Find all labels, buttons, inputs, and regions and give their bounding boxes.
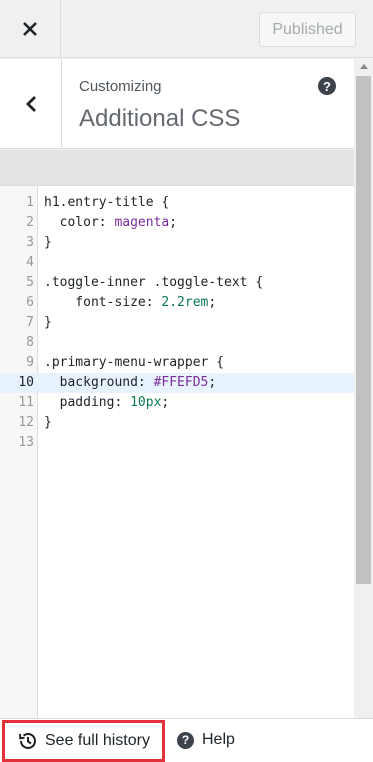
code-token: background: [44,375,154,390]
code-token: } [44,415,52,430]
code-token: } [44,235,52,250]
section-header: Customizing Additional CSS ? [0,59,354,149]
publish-button[interactable]: Published [259,12,356,47]
code-text: .primary-menu-wrapper { [44,353,224,373]
line-number: 10 [18,375,34,390]
section-title: Additional CSS [79,105,241,132]
line-number: 5 [26,275,34,290]
section-description-area [0,150,354,185]
line-number: 1 [26,195,34,210]
code-token: ; [208,295,217,310]
code-line[interactable]: 12} [0,413,354,433]
see-full-history-label: See full history [45,732,150,749]
code-line[interactable]: 3} [0,233,354,253]
chevron-left-icon [25,96,36,112]
line-number: 11 [18,395,34,410]
code-text: font-size: 2.2rem; [44,293,216,313]
line-number: 4 [26,255,34,270]
code-line[interactable]: 10 background: #FFEFD5; [0,373,354,393]
code-line[interactable]: 1 h1.entry-title { [0,193,354,213]
help-button[interactable]: ? Help [177,731,235,749]
footer-bar: See full history ? Help [0,718,373,762]
code-token: magenta [114,215,170,230]
code-line[interactable]: 6 font-size: 2.2rem; [0,293,354,313]
help-label: Help [202,731,235,748]
code-text: background: #FFEFD5; [44,373,217,393]
scroll-up-arrow-icon[interactable] [354,58,373,74]
close-button[interactable] [0,0,61,58]
code-text: padding: 10px; [44,393,170,413]
code-line[interactable]: 4 [0,253,354,273]
code-line[interactable]: 7} [0,313,354,333]
css-code-editor[interactable]: 1 h1.entry-title {2 color: magenta; 3} 4 5 .t… [0,185,354,719]
line-number: 13 [18,435,34,450]
line-number: 6 [26,295,34,310]
back-button[interactable] [0,59,62,149]
code-line[interactable]: 11 padding: 10px; [0,393,354,413]
code-text: color: magenta; [44,213,177,233]
code-token: } [44,315,52,330]
top-bar: Published [0,0,373,58]
code-token: ; [161,395,170,410]
code-text: } [44,233,52,253]
line-number: 2 [26,215,34,230]
line-number: 8 [26,335,34,350]
code-text: h1.entry-title { [44,193,169,213]
code-line[interactable]: 2 color: magenta; [0,213,354,233]
help-icon: ? [177,731,194,749]
code-token: ; [208,375,217,390]
line-number: 3 [26,235,34,250]
code-token: color: [44,215,115,230]
code-token: .primary-menu-wrapper { [44,355,225,370]
see-full-history-button[interactable]: See full history [2,720,165,762]
line-number: 12 [18,415,34,430]
code-token: 10px [130,395,162,410]
scrollbar[interactable] [354,58,373,718]
code-token: padding: [44,395,131,410]
code-text: } [44,413,52,433]
code-token: #FFEFD5 [153,375,209,390]
history-icon [19,732,36,749]
code-text: .toggle-inner .toggle-text { [44,273,263,293]
scrollbar-thumb[interactable] [356,76,371,584]
code-token: .toggle-inner .toggle-text { [44,275,264,290]
help-icon[interactable]: ? [318,77,336,95]
line-number: 9 [26,355,34,370]
line-number: 7 [26,315,34,330]
code-token: ; [169,215,178,230]
code-line[interactable]: 5 .toggle-inner .toggle-text { [0,273,354,293]
code-token: 2.2rem [161,295,209,310]
code-line[interactable]: 13 [0,433,354,453]
code-line[interactable]: 9 .primary-menu-wrapper { [0,353,354,373]
close-icon [23,22,37,36]
section-eyebrow: Customizing [79,78,162,95]
code-token: font-size: [44,295,162,310]
code-text: } [44,313,52,333]
code-line[interactable]: 8 [0,333,354,353]
code-token: h1.entry-title { [44,195,170,210]
